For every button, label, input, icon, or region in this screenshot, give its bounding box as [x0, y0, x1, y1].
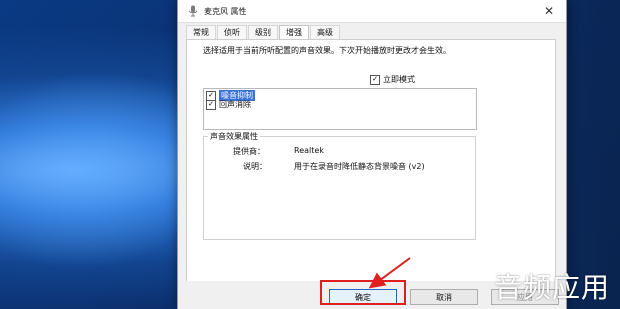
microphone-icon	[188, 5, 198, 17]
description-value: 用于在录音时降低静态背景噪音 (v2)	[294, 162, 425, 171]
echo-cancellation-checkbox[interactable]: ✓	[206, 99, 216, 110]
echo-cancellation-label: 回声消除	[219, 100, 251, 109]
immediate-mode-checkbox[interactable]: ✓	[370, 74, 380, 85]
tab-general[interactable]: 常规	[186, 25, 216, 39]
provider-label: 提供商：	[233, 147, 265, 156]
sound-effect-properties-group: 声音效果属性 提供商： Realtek 说明： 用于在录音时降低静态背景噪音 (…	[203, 131, 476, 240]
provider-value: Realtek	[294, 146, 324, 155]
enhancements-list[interactable]: ✓ 噪音抑制 ✓ 回声消除	[203, 88, 477, 130]
enhancements-panel: 选择适用于当前所听配置的声音效果。下次开始播放时更改才会生效。 ✓ 立即模式 ✓…	[186, 39, 556, 283]
enhancements-description: 选择适用于当前所听配置的声音效果。下次开始播放时更改才会生效。	[203, 46, 451, 55]
tab-listen[interactable]: 侦听	[217, 25, 247, 39]
immediate-mode-label: 立即模式	[383, 75, 415, 84]
list-item-echo-cancellation[interactable]: ✓ 回声消除	[206, 99, 251, 110]
cancel-button[interactable]: 取消	[410, 289, 478, 305]
description-label: 说明：	[243, 162, 267, 171]
ok-highlight-box	[320, 280, 406, 305]
tab-advanced[interactable]: 高级	[310, 25, 340, 39]
title-bar: 麦克风 属性 ✕	[178, 0, 566, 23]
close-button[interactable]: ✕	[542, 4, 556, 18]
window-title: 麦克风 属性	[204, 7, 247, 16]
tab-strip: 常规 侦听 级别 增强 高级	[186, 25, 341, 40]
tab-levels[interactable]: 级别	[248, 25, 278, 39]
microphone-properties-dialog: 麦克风 属性 ✕ 常规 侦听 级别 增强 高级 选择适用于当前所听配置的声音效果…	[177, 0, 567, 309]
group-title: 声音效果属性	[208, 131, 260, 142]
immediate-mode-option[interactable]: ✓ 立即模式	[370, 74, 415, 85]
watermark-text: 音频应用	[493, 271, 610, 304]
tab-enhancements[interactable]: 增强	[279, 25, 309, 40]
